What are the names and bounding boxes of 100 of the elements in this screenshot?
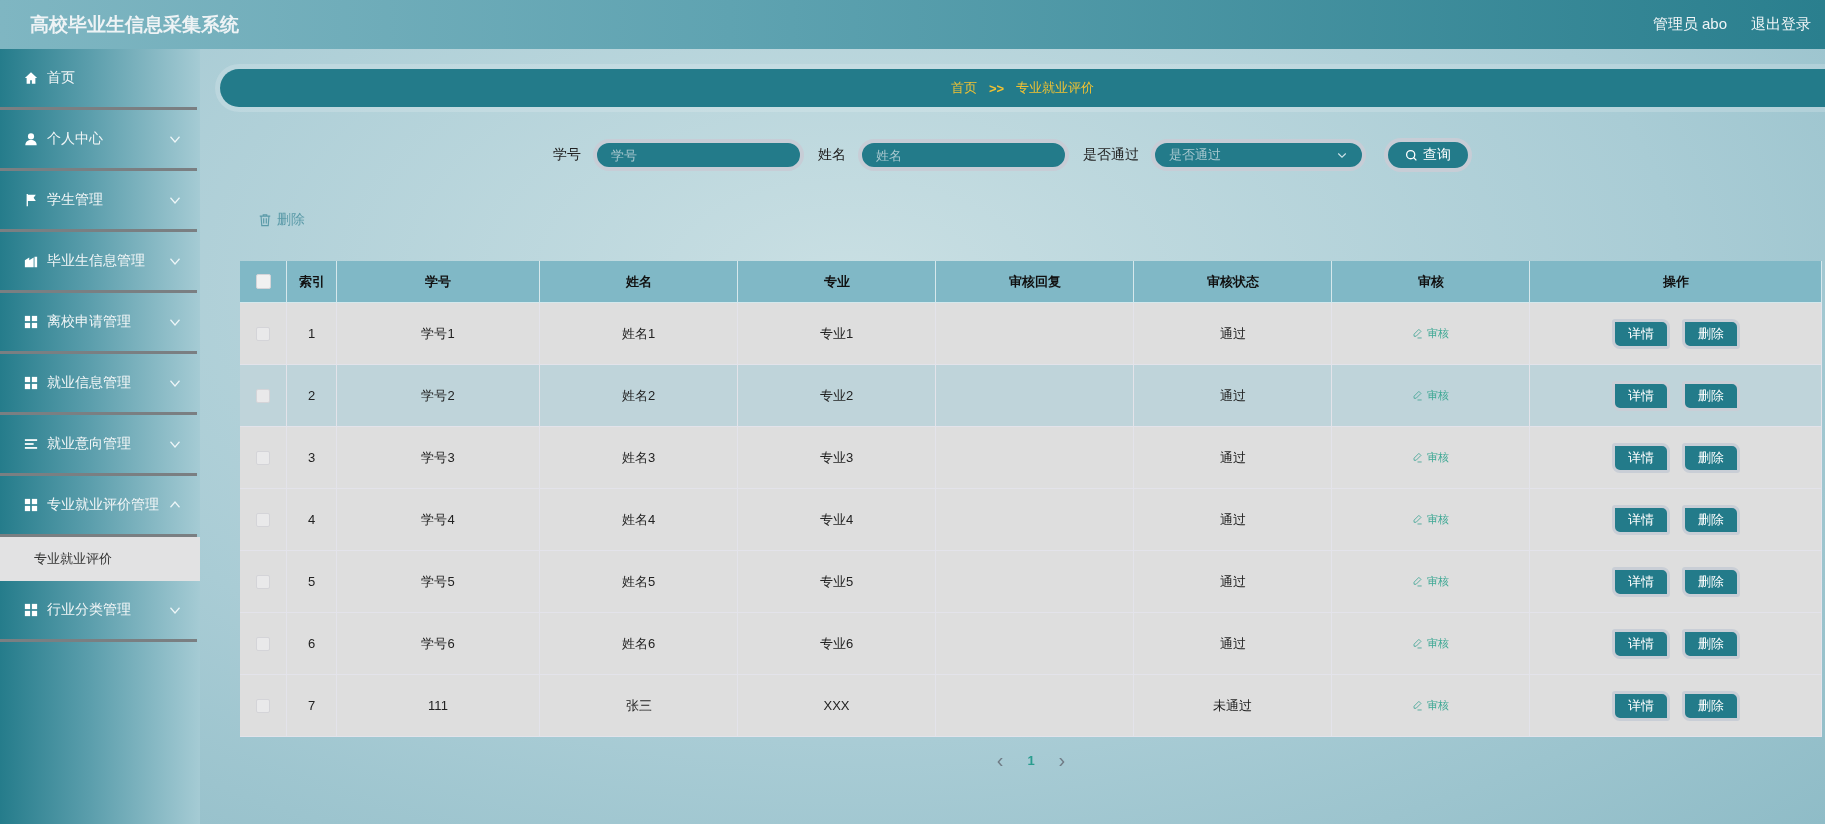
table-cell: XXX (823, 698, 850, 713)
field-label: 学号 (553, 146, 581, 164)
sidebar-item[interactable]: 离校申请管理 (0, 293, 197, 354)
table-cell: 1 (307, 326, 316, 341)
table-cell: 专业3 (819, 448, 854, 467)
next-page-button[interactable]: › (1058, 749, 1066, 772)
sidebar-item[interactable]: 个人中心 (0, 110, 197, 171)
table-cell: 学号2 (421, 386, 455, 405)
delete-button[interactable]: 删除 (1681, 690, 1740, 721)
breadcrumb-current: 专业就业评价 (1016, 79, 1095, 97)
logout-link[interactable]: 退出登录 (1751, 15, 1811, 34)
column-header: 审核 (1417, 272, 1444, 291)
checkbox[interactable] (255, 274, 271, 289)
table-cell: 姓名2 (621, 386, 656, 405)
table-cell: 通过 (1219, 572, 1246, 591)
field-label: 是否通过 (1083, 146, 1139, 164)
table-cell: 姓名6 (621, 634, 656, 653)
table-cell: 专业4 (819, 510, 854, 529)
details-button[interactable]: 详情 (1611, 380, 1670, 411)
input-field[interactable]: 姓名 (858, 139, 1069, 171)
table-cell: 未通过 (1213, 696, 1252, 715)
details-button[interactable]: 详情 (1611, 504, 1670, 535)
details-button[interactable]: 详情 (1611, 566, 1670, 597)
sidebar-item[interactable]: 首页 (0, 49, 197, 110)
table-cell: 通过 (1219, 510, 1246, 529)
delete-button[interactable]: 删除 (1681, 442, 1740, 473)
pencil-icon (1412, 328, 1423, 339)
input-field[interactable]: 学号 (593, 139, 804, 171)
table-cell: 专业2 (819, 386, 854, 405)
delete-button[interactable]: 删除 (1681, 628, 1740, 659)
details-button[interactable]: 详情 (1611, 628, 1670, 659)
grid-icon (24, 376, 38, 390)
column-header: 学号 (425, 272, 451, 291)
table-cell: 通过 (1219, 448, 1246, 467)
pencil-icon (1412, 452, 1423, 463)
sidebar-item[interactable]: 就业信息管理 (0, 354, 197, 415)
table-cell: 2 (307, 388, 316, 403)
table-cell: 通过 (1219, 324, 1246, 343)
table-row[interactable]: 5 学号5 姓名5 专业5 通过 审核 详情 删除 (240, 551, 1822, 613)
grid-icon (24, 498, 38, 512)
table-cell: 7 (307, 698, 316, 713)
sidebar-item[interactable]: 行业分类管理 (0, 581, 197, 642)
breadcrumb-link[interactable]: 首页 (950, 79, 977, 97)
delete-button[interactable]: 删除 (1681, 380, 1740, 411)
pencil-icon (1412, 576, 1423, 587)
sidebar-item[interactable]: 毕业生信息管理 (0, 232, 197, 293)
table-cell: 学号5 (421, 572, 455, 591)
user-name: 管理员 abo (1652, 15, 1727, 34)
column-header: 专业 (823, 272, 850, 291)
table-cell: 专业6 (819, 634, 854, 653)
table-row[interactable]: 7 111 张三 XXX 未通过 审核 详情 删除 (240, 675, 1822, 737)
delete-button[interactable]: 删除 (1681, 504, 1740, 535)
table-cell: 姓名5 (621, 572, 656, 591)
table-row[interactable]: 2 学号2 姓名2 专业2 通过 审核 详情 删除 (240, 365, 1822, 427)
table-row[interactable]: 1 学号1 姓名1 专业1 通过 审核 详情 删除 (240, 303, 1822, 365)
table-cell: 姓名1 (621, 324, 656, 343)
details-button[interactable]: 详情 (1611, 690, 1670, 721)
table-row[interactable]: 6 学号6 姓名6 专业6 通过 审核 详情 删除 (240, 613, 1822, 675)
column-header: 审核回复 (1008, 272, 1061, 291)
flag-icon (24, 193, 38, 207)
delete-button[interactable]: 删除 (1681, 566, 1740, 597)
table-cell: 通过 (1219, 634, 1246, 653)
delete-button[interactable]: 删除 (1681, 318, 1740, 349)
previous-page-button[interactable]: ‹ (996, 749, 1004, 772)
table-cell: 张三 (625, 696, 652, 715)
breadcrumb-separator: >> (988, 80, 1005, 96)
table-cell: 学号1 (421, 324, 455, 343)
building-icon (24, 254, 38, 268)
table-cell: 5 (307, 574, 316, 589)
grid-icon (24, 603, 38, 617)
details-button[interactable]: 详情 (1611, 318, 1670, 349)
user-icon (24, 132, 38, 146)
search-icon (1405, 148, 1418, 162)
select-field[interactable]: 是否通过 (1151, 139, 1366, 171)
sidebar-item[interactable]: 学生管理 (0, 171, 197, 232)
search-button[interactable]: 查询 (1384, 138, 1472, 172)
table-cell: 学号3 (421, 448, 455, 467)
column-header: 姓名 (625, 272, 652, 291)
home-icon (24, 71, 38, 85)
table-cell: 姓名3 (621, 448, 656, 467)
table-cell: 专业5 (819, 572, 854, 591)
pencil-icon (1412, 514, 1423, 525)
pencil-icon (1412, 700, 1423, 711)
checkbox[interactable] (256, 388, 270, 403)
sidebar-item[interactable]: 就业意向管理 (0, 415, 197, 476)
table-cell: 学号6 (421, 634, 455, 653)
column-header: 审核状态 (1206, 272, 1259, 291)
column-header: 索引 (298, 272, 325, 291)
pencil-icon (1412, 390, 1423, 401)
field-label: 姓名 (818, 146, 846, 164)
table-row[interactable]: 3 学号3 姓名3 专业3 通过 审核 详情 删除 (240, 427, 1822, 489)
table-row[interactable]: 4 学号4 姓名4 专业4 通过 审核 详情 删除 (240, 489, 1822, 551)
table-cell: 3 (307, 450, 316, 465)
table-cell: 学号4 (421, 510, 455, 529)
sidebar-subitem[interactable]: 专业就业评价 (0, 537, 200, 581)
table-cell: 6 (307, 636, 316, 651)
list-icon (24, 437, 38, 451)
table-cell: 通过 (1219, 386, 1246, 405)
details-button[interactable]: 详情 (1611, 442, 1670, 473)
trash-icon (258, 213, 272, 227)
